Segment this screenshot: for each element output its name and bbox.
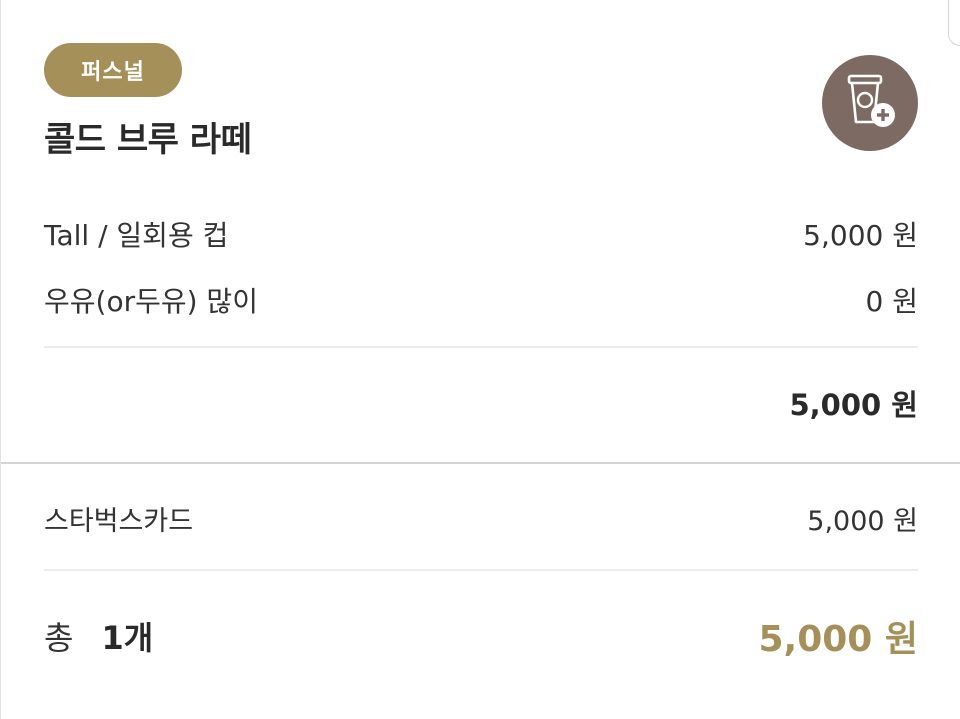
- total-price: 5,000 원: [758, 619, 918, 660]
- option-label: 우유(or두유) 많이: [44, 285, 258, 318]
- section-divider: [1, 462, 960, 464]
- divider: [44, 346, 918, 348]
- total-count: 1개: [101, 619, 154, 657]
- option-price: 5,000 원: [803, 219, 918, 252]
- cup-plus-icon: [841, 70, 899, 136]
- personal-option-badge: 퍼스널: [44, 43, 182, 97]
- option-label: Tall / 일회용 컵: [44, 219, 229, 252]
- option-row-milk: 우유(or두유) 많이 0 원: [44, 278, 918, 322]
- total-label: 총: [44, 619, 74, 657]
- order-item-card: 퍼스널 콜드 브루 라떼 Tall / 일회용 컵 5,000 원 우유(or두…: [1, 0, 960, 463]
- total-summary: 총 1개: [44, 613, 153, 659]
- divider: [44, 569, 918, 571]
- product-name: 콜드 브루 라떼: [44, 120, 252, 160]
- option-price: 0 원: [865, 285, 918, 318]
- order-summary-screen: 퍼스널 콜드 브루 라떼 Tall / 일회용 컵 5,000 원 우유(or두…: [0, 0, 960, 719]
- payment-amount: 5,000 원: [807, 505, 918, 537]
- item-subtotal: 5,000 원: [789, 388, 918, 422]
- payment-method: 스타벅스카드: [44, 505, 194, 537]
- payment-row: 스타벅스카드 5,000 원: [44, 496, 918, 540]
- option-row-size: Tall / 일회용 컵 5,000 원: [44, 212, 918, 256]
- add-cup-button[interactable]: [822, 55, 918, 151]
- total-row: 총 1개 5,000 원: [44, 606, 918, 666]
